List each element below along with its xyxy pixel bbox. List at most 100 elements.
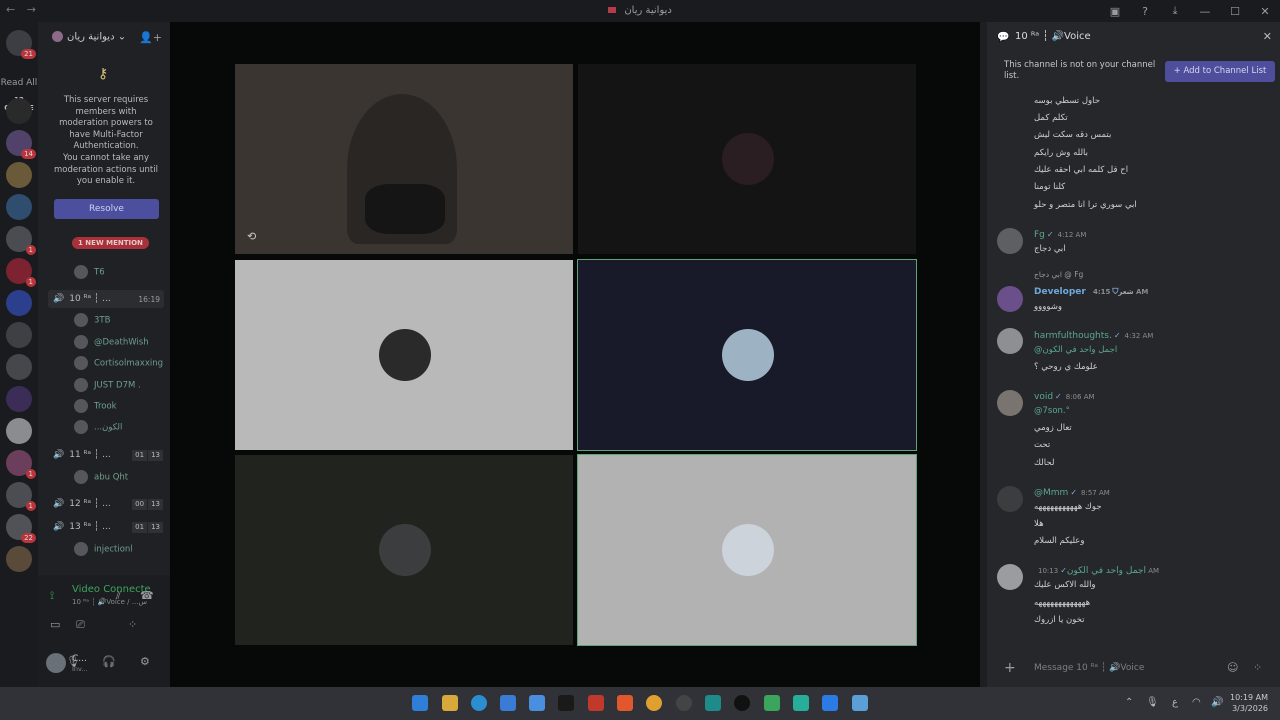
notepad-icon[interactable] (852, 695, 868, 711)
resolve-button[interactable]: Resolve (54, 199, 159, 219)
voice-member[interactable]: JUST D7M . (74, 378, 141, 392)
server-icon[interactable] (6, 322, 32, 348)
message-author[interactable]: Fg ✓ 4:12 AM (1034, 230, 1086, 240)
video-tile[interactable] (235, 260, 573, 450)
avatar[interactable] (997, 228, 1023, 254)
inbox-icon[interactable]: ▣ (1100, 5, 1130, 18)
avatar[interactable] (997, 390, 1023, 416)
voice-channel-11[interactable]: 🔊 11 ᴿᵃ ┆ ... 01 13 (48, 446, 164, 464)
camera-off-icon[interactable]: ▭ (50, 618, 60, 631)
avatar[interactable] (997, 564, 1023, 590)
voice-member[interactable]: 3TB (74, 313, 110, 327)
file-explorer-icon[interactable] (442, 695, 458, 711)
add-attachment-icon[interactable]: + (1004, 660, 1016, 676)
home-icon[interactable]: 21 (6, 30, 36, 59)
server-icon[interactable] (6, 386, 32, 412)
app-icon[interactable] (705, 695, 721, 711)
activities-icon[interactable]: ⁘ (128, 618, 137, 631)
server-icon[interactable]: 1 (6, 258, 36, 287)
language-indicator[interactable]: ع (1172, 697, 1178, 708)
server-icon[interactable] (6, 98, 32, 124)
noise-suppression-icon[interactable]: ⫽ (116, 589, 121, 603)
read-all-button[interactable]: Read All (0, 78, 38, 88)
close-icon[interactable]: ✕ (1263, 30, 1272, 43)
voice-channel-13[interactable]: 🔊 13 ᴿᵃ ┆ ... 01 13 (48, 518, 164, 536)
app-icon[interactable] (822, 695, 838, 711)
video-tile[interactable] (235, 455, 573, 645)
terminal-icon[interactable] (558, 695, 574, 711)
video-tile[interactable]: ⟲ (235, 64, 573, 254)
chevron-up-icon[interactable]: ⌃ (1125, 697, 1133, 708)
store-icon[interactable] (500, 695, 516, 711)
video-tile[interactable] (578, 64, 916, 254)
apps-icon[interactable]: ⁘ (1253, 661, 1262, 674)
app-icon[interactable] (646, 695, 662, 711)
maximize-icon[interactable]: ☐ (1220, 5, 1250, 18)
voice-member[interactable]: Cortisolmaxxing (74, 356, 163, 370)
invite-icon[interactable]: 👤+ (139, 31, 162, 44)
message-list: حاول تسطي بوسه تكلم كمل بتمس دقه سكت ليش… (987, 92, 1280, 652)
xbox-icon[interactable] (764, 695, 780, 711)
voice-channel-12[interactable]: 🔊 12 ᴿᵃ ┆ ... 00 13 (48, 495, 164, 513)
server-icon[interactable] (6, 418, 32, 444)
message-author[interactable]: void ✓ 8:06 AM (1034, 392, 1095, 402)
message-author[interactable]: @Mmm ✓ 8:57 AM (1034, 488, 1110, 498)
app-icon[interactable] (793, 695, 809, 711)
minimize-icon[interactable]: — (1190, 5, 1220, 18)
volume-icon[interactable]: 🔊 (1211, 697, 1223, 708)
channel-name: 13 ᴿᵃ ┆ ... (69, 522, 111, 532)
wifi-icon[interactable]: ◠ (1192, 697, 1201, 708)
message-author[interactable]: Developer شعر⛉4:15 AM (1034, 287, 1148, 297)
settings-gear-icon[interactable]: ⚙ (140, 655, 150, 668)
message-author[interactable]: اجمل واحد في الكون✓10:13 AM (1034, 566, 1159, 576)
emoji-icon[interactable]: ☺ (1227, 661, 1238, 674)
new-mention-pill[interactable]: 1 NEW MENTION (72, 237, 149, 249)
voice-channel-10[interactable]: 🔊 10 ᴿᵃ ┆ ... 16:19 (48, 290, 164, 308)
server-icon[interactable] (6, 290, 32, 316)
avatar[interactable] (997, 486, 1023, 512)
video-tile[interactable] (577, 454, 917, 646)
voice-member[interactable]: T6 (74, 265, 105, 279)
server-icon[interactable] (6, 162, 32, 188)
signal-icon[interactable]: ⟟ (50, 589, 54, 603)
server-icon[interactable]: 1 (6, 226, 36, 255)
screen-share-icon[interactable]: ⎚ (76, 618, 85, 632)
microphone-icon[interactable]: 🎙 (66, 655, 80, 668)
voice-member[interactable]: @DeathWish (74, 335, 149, 349)
disconnect-icon[interactable]: ☎ (140, 589, 154, 602)
help-icon[interactable]: ? (1130, 5, 1160, 18)
voice-member[interactable]: abu Qht (74, 470, 128, 484)
avatar[interactable] (997, 328, 1023, 354)
app-icon[interactable] (588, 695, 604, 711)
server-icon[interactable]: 22 (6, 514, 36, 543)
microphone-icon[interactable]: 🎙 (1146, 697, 1159, 708)
brave-icon[interactable] (617, 695, 633, 711)
headphones-icon[interactable]: 🎧 (102, 655, 116, 668)
close-window-icon[interactable]: ✕ (1250, 5, 1280, 18)
app-icon[interactable] (676, 695, 692, 711)
voice-member[interactable]: ...الكون (74, 420, 122, 434)
server-icon[interactable]: 14 (6, 130, 36, 159)
start-icon[interactable] (412, 695, 428, 711)
server-icon[interactable]: 1 (6, 450, 36, 479)
clock[interactable]: 10:19 AM 3/3/2026 (1230, 692, 1268, 714)
voice-member[interactable]: Trook (74, 399, 117, 413)
reply-reference[interactable]: ابي دجاج @ Fg (1034, 270, 1083, 279)
voice-member[interactable]: injectionl (74, 542, 133, 556)
server-icon[interactable] (6, 194, 32, 220)
edge-icon[interactable] (471, 695, 487, 711)
message-composer[interactable]: + Message 10 ᴿᵃ ┆ 🔊Voice ☺ ⁘ (987, 652, 1280, 687)
connection-channel[interactable]: 10 ᴿᵃ ┆ 🔊Voice / ...س (72, 598, 147, 606)
avatar[interactable] (997, 286, 1023, 312)
add-to-channel-list-button[interactable]: + Add to Channel List (1165, 61, 1275, 82)
message-author[interactable]: harmfulthoughts. ✓ 4:32 AM (1034, 331, 1153, 341)
server-icon[interactable] (6, 354, 32, 380)
server-icon[interactable] (6, 546, 32, 572)
server-icon[interactable]: 1 (6, 482, 36, 511)
message-input[interactable]: Message 10 ᴿᵃ ┆ 🔊Voice (1034, 663, 1144, 673)
download-icon[interactable]: ⤓ (1160, 4, 1190, 18)
server-name-header[interactable]: ديوانية ريان ⌄ (52, 31, 126, 43)
mail-icon[interactable] (529, 695, 545, 711)
video-tile[interactable] (577, 259, 917, 451)
app-icon[interactable] (734, 695, 750, 711)
